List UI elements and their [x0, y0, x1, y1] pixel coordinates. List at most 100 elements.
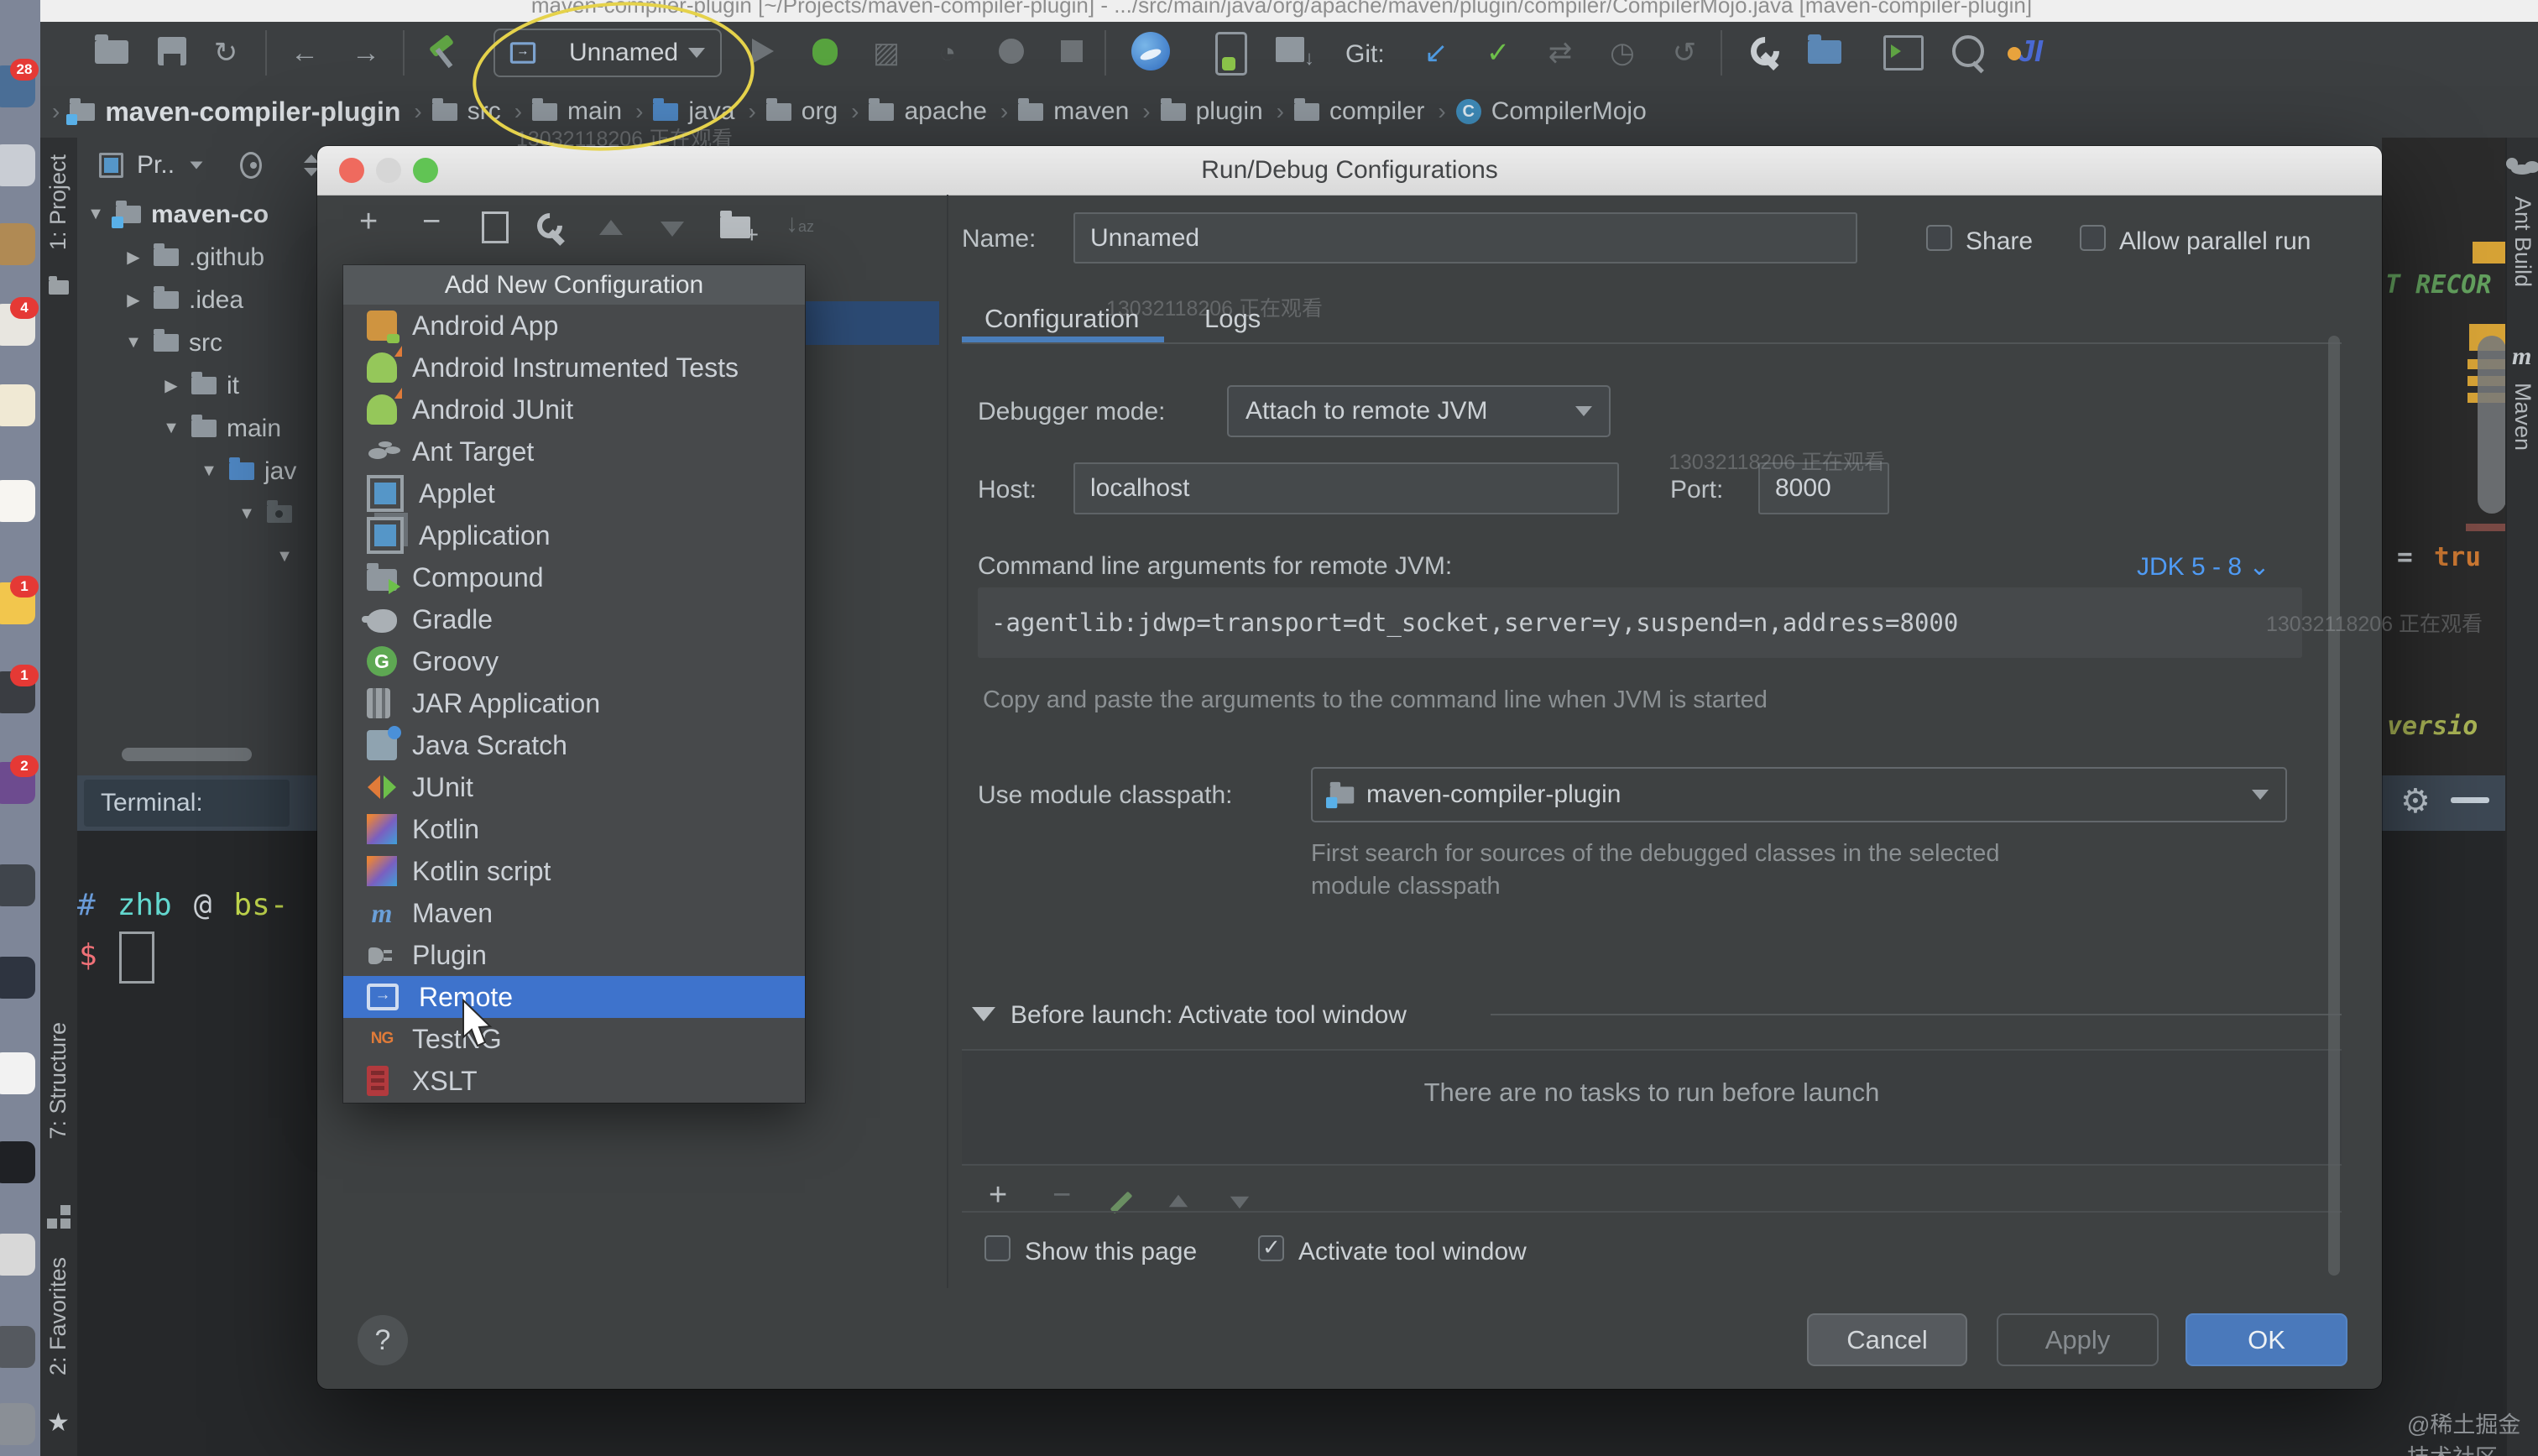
device-manager-icon[interactable]: [1215, 32, 1247, 76]
git-update-icon[interactable]: ↙: [1417, 34, 1455, 72]
move-up-icon[interactable]: [599, 220, 623, 235]
tab-structure[interactable]: 7: Structure: [45, 1022, 71, 1140]
host-input[interactable]: localhost: [1073, 462, 1619, 514]
configuration-type-item[interactable]: Java Scratch: [343, 724, 805, 766]
dock-app-icon[interactable]: [0, 1141, 35, 1183]
configuration-type-item[interactable]: Plugin: [343, 934, 805, 976]
dialog-scrollbar[interactable]: [2328, 336, 2340, 1276]
open-icon[interactable]: [95, 34, 128, 64]
collapse-all-icon[interactable]: [300, 154, 319, 176]
debug-icon[interactable]: [812, 39, 838, 65]
sync-icon[interactable]: ↻: [206, 34, 245, 72]
configuration-type-item[interactable]: Kotlin script: [343, 850, 805, 892]
dock-app-icon[interactable]: 1: [0, 576, 39, 624]
dock-app-icon[interactable]: [0, 223, 35, 265]
dialog-titlebar[interactable]: Run/Debug Configurations: [317, 146, 2382, 196]
tree-row[interactable]: ▼ jav: [77, 450, 317, 493]
configuration-type-item[interactable]: Application: [343, 514, 805, 556]
editor-scrollbar[interactable]: [2478, 336, 2505, 514]
tab-favorites[interactable]: 2: Favorites: [45, 1257, 71, 1375]
breadcrumb-item[interactable]: › maven-compiler-plugin: [52, 97, 400, 128]
git-commit-icon[interactable]: ✓: [1479, 34, 1517, 72]
configuration-type-item[interactable]: Maven: [343, 892, 805, 934]
tree-row[interactable]: ▶ it: [77, 364, 317, 407]
configuration-type-item[interactable]: Compound: [343, 556, 805, 598]
tree-expand-icon[interactable]: ▼: [123, 333, 144, 352]
tree-row[interactable]: ▶ .github: [77, 236, 317, 279]
dock-app-icon[interactable]: [0, 480, 35, 522]
configuration-type-item[interactable]: XSLT: [343, 1060, 805, 1102]
breadcrumb-item[interactable]: › main: [514, 97, 622, 126]
dock-app-icon[interactable]: [0, 144, 35, 186]
configuration-type-item[interactable]: Groovy: [343, 640, 805, 682]
dock-app-icon[interactable]: [0, 1403, 35, 1445]
apply-button[interactable]: Apply: [1997, 1313, 2159, 1366]
tree-expand-icon[interactable]: ▶: [123, 247, 144, 268]
configuration-type-item[interactable]: Kotlin: [343, 808, 805, 850]
profiler-icon[interactable]: ◔: [928, 34, 967, 72]
module-classpath-select[interactable]: maven-compiler-plugin: [1311, 767, 2287, 822]
ok-button[interactable]: OK: [2186, 1313, 2347, 1366]
tree-expand-icon[interactable]: ▼: [199, 462, 219, 481]
dock-app-icon[interactable]: 1: [0, 665, 39, 713]
app-profiler-icon[interactable]: [1131, 32, 1170, 70]
tree-row[interactable]: ▼ main: [77, 407, 317, 450]
tab-project[interactable]: 1: Project: [45, 154, 71, 250]
dock-app-icon[interactable]: 4: [0, 297, 39, 346]
breadcrumb-item[interactable]: › maven: [1000, 97, 1129, 126]
allow-parallel-run-checkbox[interactable]: [2080, 225, 2106, 251]
horizontal-scrollbar[interactable]: [122, 748, 252, 761]
minimize-icon[interactable]: [2451, 797, 2489, 803]
breadcrumb-item[interactable]: › plugin: [1142, 97, 1262, 126]
forward-icon[interactable]: →: [347, 34, 385, 72]
breadcrumb-item[interactable]: › src: [414, 97, 500, 126]
tree-expand-icon[interactable]: ▶: [123, 290, 144, 311]
task-move-up-icon[interactable]: [1168, 1194, 1188, 1208]
dock-app-icon[interactable]: 28: [0, 59, 39, 107]
tree-expand-icon[interactable]: ▶: [161, 375, 181, 396]
configuration-type-item[interactable]: Remote: [343, 976, 805, 1018]
tab-maven[interactable]: Maven: [2509, 383, 2535, 451]
save-icon[interactable]: [158, 37, 186, 65]
project-panel-title[interactable]: Pr..: [137, 151, 175, 180]
dock-app-icon[interactable]: 2: [0, 755, 39, 804]
coverage-icon[interactable]: ▨: [867, 34, 906, 72]
configuration-type-item[interactable]: Ant Target: [343, 431, 805, 472]
command-line-args-value[interactable]: -agentlib:jdwp=transport=dt_socket,serve…: [978, 587, 2302, 658]
wrench-icon[interactable]: [1749, 35, 1784, 70]
rollback-icon[interactable]: ↺: [1665, 34, 1704, 72]
git-push-icon[interactable]: ⇄: [1541, 34, 1580, 72]
task-move-down-icon[interactable]: [1230, 1196, 1250, 1209]
tree-row[interactable]: ▼ maven-co: [77, 193, 317, 236]
new-folder-icon[interactable]: [720, 211, 759, 248]
dock-app-icon[interactable]: [0, 864, 35, 906]
activate-tool-window-checkbox[interactable]: [1258, 1234, 1284, 1261]
configuration-type-item[interactable]: TestNG: [343, 1018, 805, 1060]
move-down-icon[interactable]: [661, 222, 684, 237]
macos-dock[interactable]: 28 4 1 1 2: [0, 0, 40, 1456]
plugin-ji-icon[interactable]: JI: [2007, 34, 2043, 69]
tree-row[interactable]: ▼ src: [77, 321, 317, 364]
run-icon[interactable]: [752, 39, 774, 64]
run-anything-icon[interactable]: [1883, 35, 1924, 70]
sdk-manager-icon[interactable]: [1276, 37, 1314, 70]
breadcrumb-item[interactable]: › org: [748, 97, 838, 126]
build-hammer-icon[interactable]: [425, 34, 463, 72]
cancel-button[interactable]: Cancel: [1807, 1313, 1967, 1366]
remove-task-button[interactable]: −: [1052, 1177, 1071, 1213]
add-task-button[interactable]: +: [989, 1177, 1007, 1213]
edit-templates-wrench-icon[interactable]: [537, 213, 571, 247]
configuration-type-item[interactable]: Applet: [343, 472, 805, 514]
configuration-type-item[interactable]: JAR Application: [343, 682, 805, 724]
tab-ant-build[interactable]: Ant Build: [2509, 196, 2535, 287]
configuration-type-item[interactable]: Gradle: [343, 598, 805, 640]
project-structure-icon[interactable]: [1808, 34, 1841, 64]
name-input[interactable]: Unnamed: [1073, 212, 1857, 264]
tree-row[interactable]: ▼: [77, 535, 317, 578]
tree-row[interactable]: ▼: [77, 493, 317, 535]
dock-app-icon[interactable]: [0, 384, 35, 426]
add-configuration-button[interactable]: +: [359, 203, 378, 240]
configuration-type-item[interactable]: Android JUnit: [343, 388, 805, 431]
dock-app-icon[interactable]: [0, 1326, 35, 1368]
help-button[interactable]: ?: [358, 1315, 408, 1365]
